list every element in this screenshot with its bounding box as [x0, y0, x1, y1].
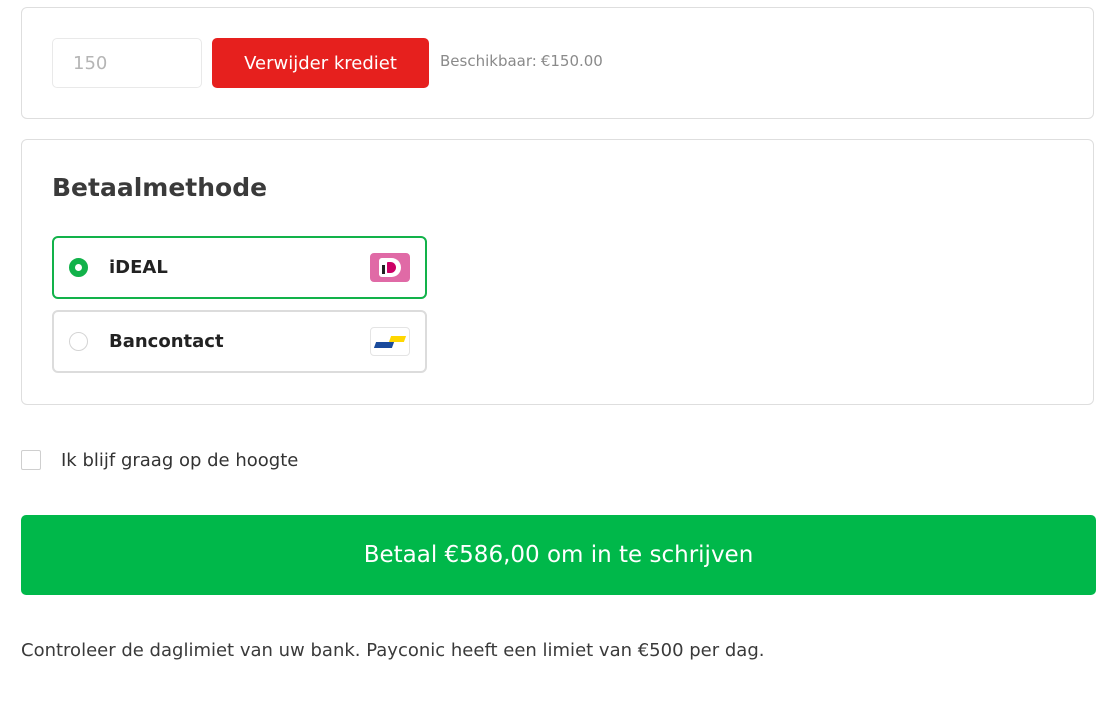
- bank-limit-note: Controleer de daglimiet van uw bank. Pay…: [21, 640, 765, 661]
- store-credit-card: Verwijder krediet Beschikbaar:€150.00: [21, 7, 1094, 119]
- remove-credit-button[interactable]: Verwijder krediet: [212, 38, 429, 88]
- checkout-page: Verwijder krediet Beschikbaar:€150.00 Be…: [0, 0, 1120, 718]
- ideal-logo-bar: [382, 265, 385, 274]
- payment-method-card: Betaalmethode iDEAL Bancontact: [21, 139, 1094, 405]
- ideal-logo-d: [387, 262, 396, 273]
- credit-amount-input[interactable]: [52, 38, 202, 88]
- radio-ideal[interactable]: [69, 258, 88, 277]
- newsletter-label[interactable]: Ik blijf graag op de hoogte: [61, 450, 298, 471]
- bancontact-logo-yellow: [388, 336, 407, 342]
- payment-option-bancontact[interactable]: Bancontact: [52, 310, 427, 373]
- ideal-logo-mark: [379, 258, 401, 277]
- bancontact-logo-blue: [373, 342, 395, 348]
- payment-option-ideal-label: iDEAL: [109, 257, 168, 278]
- available-credit-label: Beschikbaar:: [440, 52, 537, 70]
- payment-option-bancontact-label: Bancontact: [109, 331, 224, 352]
- available-credit: Beschikbaar: €150.00: [440, 52, 603, 70]
- bancontact-logo-icon: [370, 327, 410, 356]
- payment-option-ideal[interactable]: iDEAL: [52, 236, 427, 299]
- newsletter-checkbox[interactable]: [21, 450, 41, 470]
- radio-bancontact[interactable]: [69, 332, 88, 351]
- pay-button[interactable]: Betaal €586,00 om in te schrijven: [21, 515, 1096, 595]
- ideal-logo-icon: [370, 253, 410, 282]
- payment-method-title: Betaalmethode: [52, 173, 268, 202]
- available-credit-amount: €150.00: [540, 52, 603, 70]
